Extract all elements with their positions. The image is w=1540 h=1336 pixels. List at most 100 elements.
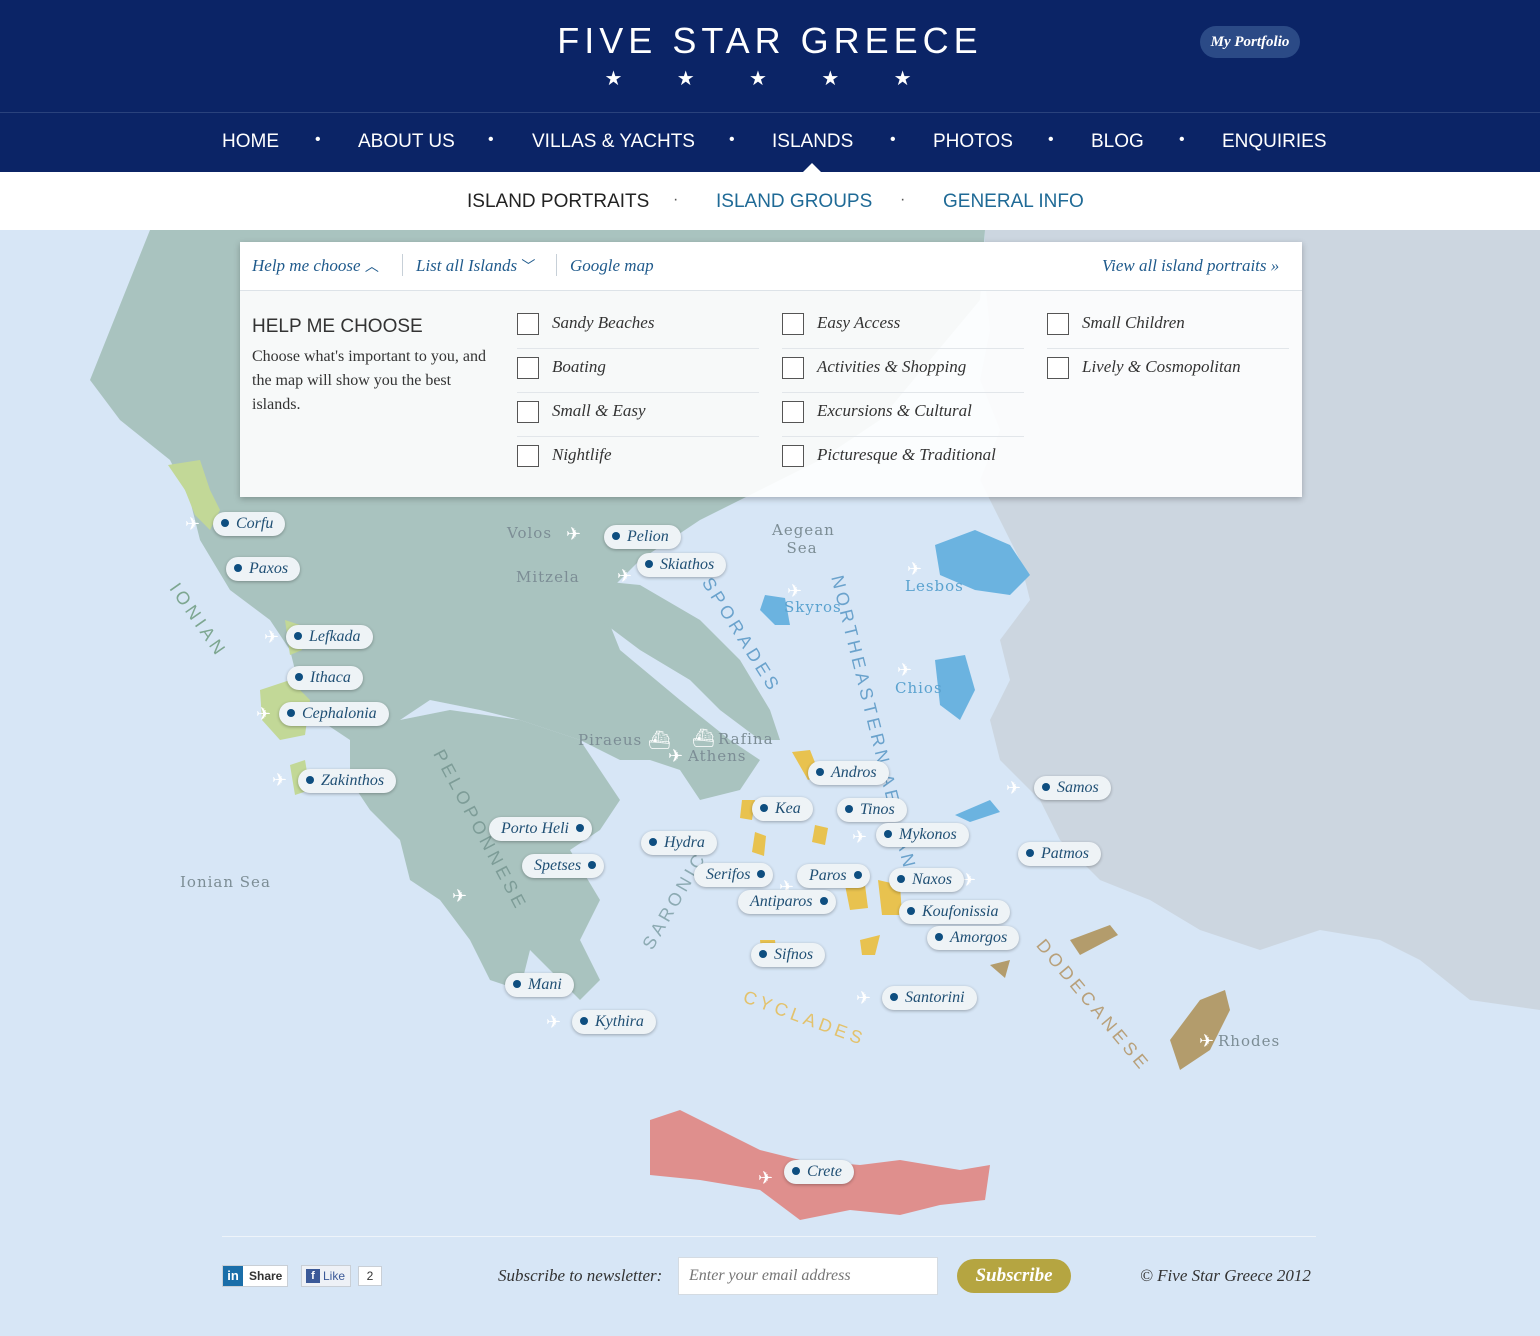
island-pin-lefkada[interactable]: Lefkada	[286, 625, 373, 649]
checkbox[interactable]	[782, 357, 804, 379]
checkbox[interactable]	[1047, 313, 1069, 335]
checkbox[interactable]	[1047, 357, 1069, 379]
chevron-up-icon: ︿	[364, 259, 379, 275]
place-chios: Chios	[895, 679, 943, 697]
google-map-link[interactable]: Google map	[570, 256, 654, 276]
nav-photos[interactable]: PHOTOS	[933, 131, 1013, 153]
island-pin-samos[interactable]: Samos	[1034, 776, 1111, 800]
pin-dot-icon	[580, 1017, 588, 1025]
island-pin-serifos[interactable]: Serifos	[694, 863, 774, 887]
island-pin-kythira[interactable]: Kythira	[572, 1010, 656, 1034]
nav-separator: •	[729, 131, 735, 148]
island-pin-skiathos[interactable]: Skiathos	[637, 553, 727, 577]
newsletter-label: Subscribe to newsletter:	[498, 1266, 663, 1285]
subnav-separator: ·	[673, 191, 679, 208]
island-pin-spetses[interactable]: Spetses	[522, 854, 605, 878]
nav-home[interactable]: HOME	[222, 131, 279, 153]
checkbox[interactable]	[517, 445, 539, 467]
pin-dot-icon	[760, 804, 768, 812]
island-pin-andros[interactable]: Andros	[808, 761, 889, 785]
pin-dot-icon	[792, 1167, 800, 1175]
checkbox[interactable]	[517, 313, 539, 335]
list-all-islands-toggle[interactable]: List all Islands ﹀	[416, 256, 535, 276]
island-pin-mani[interactable]: Mani	[505, 973, 574, 997]
island-pin-pelion[interactable]: Pelion	[604, 525, 681, 549]
island-pin-zakinthos[interactable]: Zakinthos	[298, 769, 397, 793]
subscribe-button[interactable]: Subscribe	[957, 1259, 1071, 1293]
sub-nav: ISLAND PORTRAITS · ISLAND GROUPS · GENER…	[0, 172, 1540, 230]
island-pin-amorgos[interactable]: Amorgos	[927, 926, 1020, 950]
island-pin-santorini[interactable]: Santorini	[882, 986, 977, 1010]
option-picturesque-traditional[interactable]: Picturesque & Traditional	[782, 437, 1024, 480]
island-pin-corfu[interactable]: Corfu	[213, 512, 286, 536]
checkbox[interactable]	[517, 401, 539, 423]
ferry-icon: ⛴	[648, 730, 671, 751]
option-sandy-beaches[interactable]: Sandy Beaches	[517, 305, 759, 349]
linkedin-share-button[interactable]: in Share	[222, 1265, 288, 1287]
nav-separator: •	[488, 131, 494, 148]
facebook-like-button[interactable]: f Like	[301, 1265, 351, 1287]
island-pin-antiparos[interactable]: Antiparos	[738, 890, 836, 914]
airport-icon: ✈	[758, 1168, 774, 1189]
checkbox[interactable]	[782, 445, 804, 467]
help-me-choose-toggle[interactable]: Help me choose ︿	[252, 256, 379, 276]
option-activities-shopping[interactable]: Activities & Shopping	[782, 349, 1024, 393]
pin-dot-icon	[1042, 783, 1050, 791]
island-pin-naxos[interactable]: Naxos	[889, 868, 964, 892]
pin-dot-icon	[884, 830, 892, 838]
island-pin-sifnos[interactable]: Sifnos	[751, 943, 826, 967]
panel-toolbar: Help me choose ︿ List all Islands ﹀ Goog…	[240, 242, 1302, 291]
place-piraeus: Piraeus	[578, 731, 643, 749]
my-portfolio-button[interactable]: My Portfolio	[1200, 26, 1300, 58]
checkbox[interactable]	[517, 357, 539, 379]
island-pin-paxos[interactable]: Paxos	[226, 557, 301, 581]
footer-divider	[222, 1236, 1316, 1237]
nav-villas-yachts[interactable]: VILLAS & YACHTS	[532, 131, 695, 153]
option-small-easy[interactable]: Small & Easy	[517, 393, 759, 437]
pin-dot-icon	[890, 993, 898, 1001]
nav-blog[interactable]: BLOG	[1091, 131, 1144, 153]
option-easy-access[interactable]: Easy Access	[782, 305, 1024, 349]
pin-dot-icon	[295, 673, 303, 681]
place-ionian-sea: Ionian Sea	[180, 873, 271, 891]
checkbox[interactable]	[782, 313, 804, 335]
island-pin-patmos[interactable]: Patmos	[1018, 842, 1101, 866]
island-pin-koufonissia[interactable]: Koufonissia	[899, 900, 1011, 924]
pin-dot-icon	[907, 907, 915, 915]
airport-icon: ✈	[1006, 778, 1022, 799]
pin-dot-icon	[649, 838, 657, 846]
island-pin-ithaca[interactable]: Ithaca	[287, 666, 363, 690]
toolbar-divider	[556, 254, 557, 276]
subnav-island-groups[interactable]: ISLAND GROUPS	[716, 191, 872, 213]
island-pin-cephalonia[interactable]: Cephalonia	[279, 702, 389, 726]
ferry-icon: ⛴	[692, 728, 715, 749]
pin-dot-icon	[935, 933, 943, 941]
site-logo[interactable]: FIVE STAR GREECE	[0, 20, 1540, 62]
pin-dot-icon	[221, 519, 229, 527]
island-pin-hydra[interactable]: Hydra	[641, 831, 717, 855]
view-all-portraits-link[interactable]: View all island portraits »	[1102, 256, 1279, 276]
airport-icon: ✈	[852, 827, 868, 848]
island-pin-paros[interactable]: Paros	[797, 864, 870, 888]
island-pin-mykonos[interactable]: Mykonos	[876, 823, 969, 847]
subnav-general-info[interactable]: GENERAL INFO	[943, 191, 1084, 213]
nav-separator: •	[315, 131, 321, 148]
checkbox[interactable]	[782, 401, 804, 423]
option-lively-cosmopolitan[interactable]: Lively & Cosmopolitan	[1047, 349, 1289, 392]
newsletter-email-input[interactable]	[678, 1257, 938, 1295]
island-pin-porto-heli[interactable]: Porto Heli	[489, 817, 592, 841]
island-pin-crete[interactable]: Crete	[784, 1160, 854, 1184]
option-small-children[interactable]: Small Children	[1047, 305, 1289, 349]
subnav-island-portraits[interactable]: ISLAND PORTRAITS	[467, 191, 649, 213]
place-aegean-sea: Aegean Sea	[772, 521, 835, 557]
option-excursions-cultural[interactable]: Excursions & Cultural	[782, 393, 1024, 437]
nav-enquiries[interactable]: ENQUIRIES	[1222, 131, 1327, 153]
option-nightlife[interactable]: Nightlife	[517, 437, 759, 480]
island-pin-kea[interactable]: Kea	[752, 797, 813, 821]
nav-about-us[interactable]: ABOUT US	[358, 131, 455, 153]
nav-islands[interactable]: ISLANDS	[772, 131, 853, 153]
airport-icon: ✈	[546, 1012, 562, 1033]
island-pin-tinos[interactable]: Tinos	[837, 798, 907, 822]
main-nav: HOME • ABOUT US • VILLAS & YACHTS • ISLA…	[0, 112, 1540, 173]
option-boating[interactable]: Boating	[517, 349, 759, 393]
